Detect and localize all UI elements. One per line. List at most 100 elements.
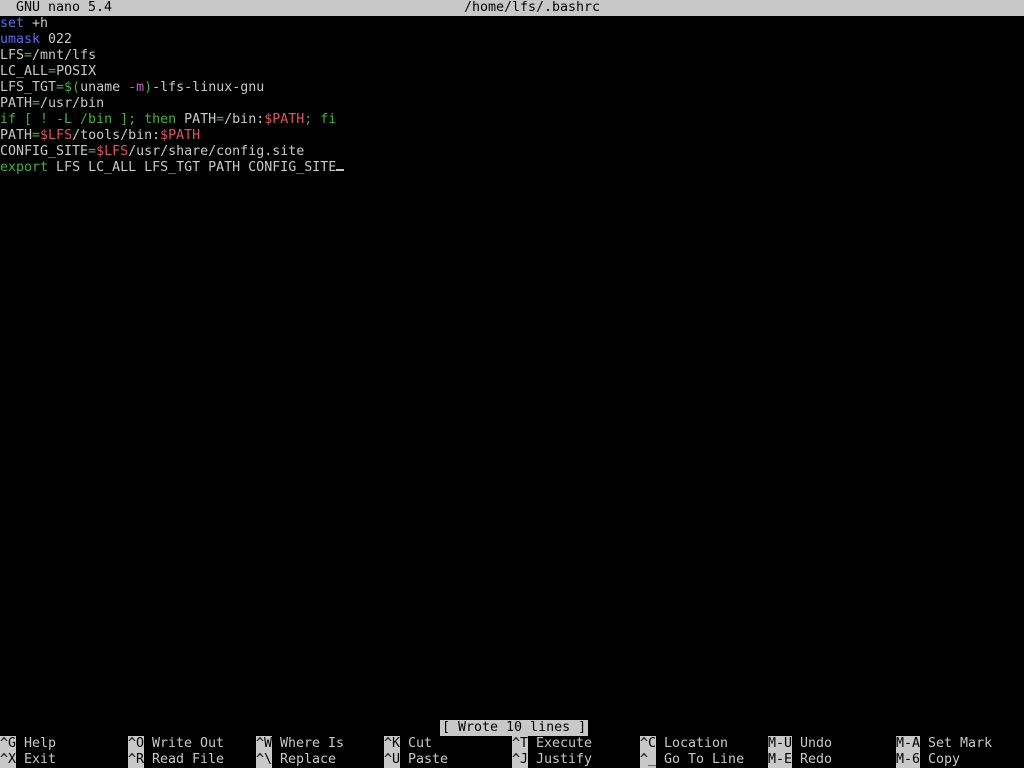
- shortcut-key: ^W: [256, 736, 273, 752]
- shortcut-read-file[interactable]: ^R Read File: [128, 752, 224, 768]
- code-line[interactable]: CONFIG_SITE=$LFS/usr/share/config.site: [0, 144, 1024, 160]
- shortcut-key: ^C: [640, 736, 657, 752]
- code-line[interactable]: PATH=$LFS/tools/bin:$PATH: [0, 128, 1024, 144]
- shortcut-justify[interactable]: ^J Justify: [512, 752, 592, 768]
- shortcut-label: Exit: [24, 752, 57, 767]
- shortcut-label: Copy: [928, 752, 961, 767]
- shortcut-key: ^X: [0, 752, 17, 768]
- code-token: /mnt/lfs: [32, 48, 97, 63]
- code-token: set: [0, 16, 25, 31]
- shortcut-key: ^R: [128, 752, 145, 768]
- code-line[interactable]: LFS=/mnt/lfs: [0, 48, 1024, 64]
- shortcut-cut[interactable]: ^K Cut: [384, 736, 432, 752]
- code-token: =: [88, 144, 97, 159]
- title-bar: GNU nano 5.4 /home/lfs/.bashrc: [0, 0, 1024, 16]
- code-line[interactable]: LC_ALL=POSIX: [0, 64, 1024, 80]
- shortcut-key: ^O: [128, 736, 145, 752]
- shortcut-replace[interactable]: ^\ Replace: [256, 752, 336, 768]
- shortcut-undo[interactable]: M-U Undo: [768, 736, 832, 752]
- code-token: /usr/share/config.site: [128, 144, 305, 159]
- shortcut-key: ^\: [256, 752, 273, 768]
- shortcut-key: ^K: [384, 736, 401, 752]
- shortcut-write-out[interactable]: ^O Write Out: [128, 736, 224, 752]
- code-token: CONFIG_SITE: [0, 144, 89, 159]
- code-line[interactable]: if [ ! -L /bin ]; then PATH=/bin:$PATH; …: [0, 112, 1024, 128]
- code-line[interactable]: set +h: [0, 16, 1024, 32]
- shortcut-key: M-E: [768, 752, 793, 768]
- text-cursor: [336, 169, 345, 171]
- shortcut-label: Where Is: [280, 736, 345, 751]
- code-token: -m: [128, 80, 145, 95]
- shortcut-label: Set Mark: [928, 736, 993, 751]
- code-token: $PATH: [160, 128, 201, 143]
- shortcut-key: ^G: [0, 736, 17, 752]
- shortcut-key: ^J: [512, 752, 529, 768]
- code-token: /usr/bin: [40, 96, 105, 111]
- code-token: $LFS: [96, 144, 129, 159]
- code-token: LC_ALL: [0, 64, 49, 79]
- shortcut-execute[interactable]: ^T Execute: [512, 736, 592, 752]
- shortcut-label: Replace: [280, 752, 337, 767]
- shortcut-copy[interactable]: M-6 Copy: [896, 752, 960, 768]
- code-token: /tools/bin:: [72, 128, 161, 143]
- code-token: ; fi: [304, 112, 337, 127]
- code-token: /bin:: [224, 112, 265, 127]
- code-line[interactable]: export LFS LC_ALL LFS_TGT PATH CONFIG_SI…: [0, 160, 1024, 176]
- shortcut-label: Help: [24, 736, 57, 751]
- shortcut-key: M-U: [768, 736, 793, 752]
- code-token: LFS_TGT: [0, 80, 57, 95]
- code-token: LFS LC_ALL LFS_TGT PATH CONFIG_SITE: [48, 160, 337, 175]
- status-message: [ Wrote 10 lines ]: [440, 720, 589, 736]
- code-token: umask: [0, 32, 41, 47]
- shortcut-label: Write Out: [152, 736, 225, 751]
- code-token: =: [24, 48, 33, 63]
- code-token: =: [48, 64, 57, 79]
- shortcut-paste[interactable]: ^U Paste: [384, 752, 448, 768]
- shortcut-help[interactable]: ^G Help: [0, 736, 56, 752]
- code-token: -lfs-linux-gnu: [152, 80, 265, 95]
- shortcut-label: Go To Line: [664, 752, 745, 767]
- shortcut-label: Execute: [536, 736, 593, 751]
- shortcut-label: Location: [664, 736, 729, 751]
- shortcut-label: Justify: [536, 752, 593, 767]
- code-token: PATH: [0, 128, 33, 143]
- shortcut-label: Cut: [408, 736, 433, 751]
- code-token: POSIX: [56, 64, 97, 79]
- shortcut-key: M-A: [896, 736, 921, 752]
- code-token: export: [0, 160, 49, 175]
- code-line[interactable]: LFS_TGT=$(uname -m)-lfs-linux-gnu: [0, 80, 1024, 96]
- shortcut-exit[interactable]: ^X Exit: [0, 752, 56, 768]
- shortcut-bar: ^G Help ^X Exit ^O Write Out ^R Read File ^W Wher…: [0, 736, 1024, 768]
- editor-buffer[interactable]: set +h umask 022 LFS=/mnt/lfs LC_ALL=POSIX L…: [0, 16, 1024, 176]
- shortcut-key: ^T: [512, 736, 529, 752]
- code-token: uname: [80, 80, 129, 95]
- shortcut-label: Paste: [408, 752, 449, 767]
- shortcut-key: ^_: [640, 752, 657, 768]
- shortcut-label: Read File: [152, 752, 225, 767]
- shortcut-label: Redo: [800, 752, 833, 767]
- code-token: $LFS: [40, 128, 73, 143]
- code-line[interactable]: umask 022: [0, 32, 1024, 48]
- code-token: =: [32, 96, 41, 111]
- code-token: ): [144, 80, 153, 95]
- code-line[interactable]: PATH=/usr/bin: [0, 96, 1024, 112]
- code-token: +h: [24, 16, 49, 31]
- code-token: =: [32, 128, 41, 143]
- code-token: $PATH: [264, 112, 305, 127]
- shortcut-location[interactable]: ^C Location: [640, 736, 728, 752]
- shortcut-where-is[interactable]: ^W Where Is: [256, 736, 344, 752]
- shortcut-set-mark[interactable]: M-A Set Mark: [896, 736, 992, 752]
- shortcut-go-to-line[interactable]: ^_ Go To Line: [640, 752, 744, 768]
- shortcut-key: M-6: [896, 752, 921, 768]
- code-token: 022: [40, 32, 73, 47]
- code-token: PATH: [0, 96, 33, 111]
- code-token: LFS: [0, 48, 25, 63]
- shortcut-redo[interactable]: M-E Redo: [768, 752, 832, 768]
- code-token: PATH: [176, 112, 217, 127]
- shortcut-key: ^U: [384, 752, 401, 768]
- file-path: /home/lfs/.bashrc: [463, 0, 601, 15]
- shortcut-label: Undo: [800, 736, 833, 751]
- code-token: if [ ! -L /bin ]; then: [0, 112, 177, 127]
- code-token: =$(: [56, 80, 81, 95]
- code-token: =: [216, 112, 225, 127]
